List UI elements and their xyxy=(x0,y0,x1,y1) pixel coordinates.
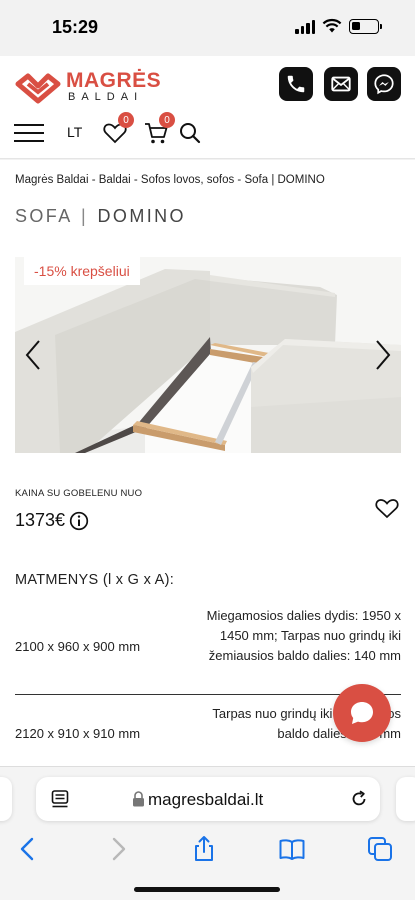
info-icon[interactable] xyxy=(69,511,89,531)
title-separator: | xyxy=(81,206,89,226)
chat-button[interactable] xyxy=(333,684,391,742)
chat-bubble-icon xyxy=(351,702,373,724)
search-icon xyxy=(180,123,201,144)
forward-icon[interactable] xyxy=(104,835,132,863)
address-bar[interactable]: magresbaldai.lt xyxy=(36,777,380,821)
language-selector[interactable]: LT xyxy=(67,124,82,140)
phone-icon xyxy=(287,75,305,93)
browser-toolbar: magresbaldai.lt xyxy=(0,766,415,900)
next-tab-card[interactable] xyxy=(396,777,415,821)
chevron-right-icon[interactable] xyxy=(373,339,393,371)
previous-tab-card[interactable] xyxy=(0,777,12,821)
status-time: 15:29 xyxy=(52,17,99,37)
dimension-size: 2120 x 910 x 910 mm xyxy=(15,726,141,741)
home-indicator xyxy=(134,887,280,892)
battery-icon xyxy=(349,19,382,34)
dimension-size: 2100 x 960 x 900 mm xyxy=(15,639,141,654)
bookmarks-icon[interactable] xyxy=(278,835,306,863)
wishlist-button[interactable]: 0 xyxy=(102,112,134,146)
main-content: Magrės Baldai - Baldai - Sofos lovos, so… xyxy=(0,160,415,766)
messenger-button[interactable] xyxy=(367,67,401,101)
page-title: SOFA | DOMINO xyxy=(15,206,186,227)
title-category: SOFA xyxy=(15,206,72,226)
mail-icon xyxy=(331,76,351,92)
share-icon[interactable] xyxy=(190,835,218,863)
site-header: MAGRĖS BALDAI LT 0 0 xyxy=(0,56,415,159)
wishlist-count-badge: 0 xyxy=(118,112,134,128)
email-button[interactable] xyxy=(324,67,358,101)
dimension-row: 2100 x 960 x 900 mm Miegamosios dalies d… xyxy=(15,606,401,690)
cart-button[interactable]: 0 xyxy=(143,112,175,146)
status-bar: 15:29 xyxy=(0,0,415,56)
dimension-note: Miegamosios dalies dydis: 1950 x 1450 mm… xyxy=(206,608,401,663)
phone-button[interactable] xyxy=(279,67,313,101)
price-label: KAINA SU GOBELENU NUO xyxy=(15,488,143,499)
dimensions-title: MATMENYS (l x G x A): xyxy=(15,572,175,588)
logo-word-main: MAGRĖS xyxy=(66,69,162,92)
signal-icon xyxy=(295,20,315,34)
chevron-left-icon[interactable] xyxy=(23,339,43,371)
price-value: 1373€ xyxy=(15,510,66,530)
menu-icon[interactable] xyxy=(14,123,44,143)
cart-count-badge: 0 xyxy=(159,112,175,128)
tabs-icon[interactable] xyxy=(366,835,394,863)
logo-icon xyxy=(15,73,61,104)
product-image xyxy=(15,257,401,453)
search-button[interactable] xyxy=(177,120,203,146)
promo-badge: -15% krepšeliui xyxy=(24,257,140,285)
url-text: magresbaldai.lt xyxy=(148,790,264,809)
reader-icon[interactable] xyxy=(50,789,70,809)
wifi-icon xyxy=(322,18,342,33)
header-nav: LT 0 0 xyxy=(14,112,404,148)
logo-word-sub: BALDAI xyxy=(68,91,144,103)
title-product-name: DOMINO xyxy=(97,206,186,226)
price: 1373€ xyxy=(15,510,89,531)
breadcrumb[interactable]: Magrės Baldai - Baldai - Sofos lovos, so… xyxy=(15,174,325,186)
add-to-wishlist-heart-icon[interactable] xyxy=(374,496,400,520)
messenger-icon xyxy=(374,74,394,95)
product-gallery[interactable]: -15% krepšeliui xyxy=(15,257,401,453)
reload-icon[interactable] xyxy=(349,789,369,809)
back-icon[interactable] xyxy=(14,835,42,863)
logo[interactable]: MAGRĖS BALDAI xyxy=(14,70,161,104)
lock-icon xyxy=(133,791,144,807)
